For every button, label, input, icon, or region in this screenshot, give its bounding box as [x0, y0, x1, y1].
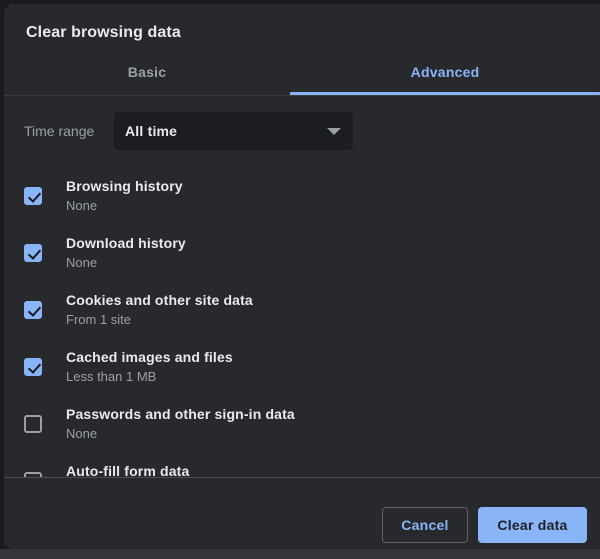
- time-range-label: Time range: [24, 123, 114, 139]
- data-type-list: Browsing history None Download history N…: [4, 167, 600, 477]
- row-label: Passwords and other sign-in data: [66, 406, 295, 422]
- cookies-checkbox[interactable]: [24, 301, 42, 319]
- row-detail: Less than 1 MB: [66, 369, 233, 384]
- row-autofill-form-data[interactable]: Auto-fill form data: [4, 452, 600, 477]
- row-detail: None: [66, 198, 183, 213]
- row-label: Download history: [66, 235, 186, 251]
- cancel-button[interactable]: Cancel: [382, 507, 468, 543]
- row-label: Cached images and files: [66, 349, 233, 365]
- tab-advanced-label: Advanced: [411, 64, 480, 80]
- dialog-footer: Cancel Clear data: [4, 477, 600, 549]
- row-download-history[interactable]: Download history None: [4, 224, 600, 281]
- row-detail: None: [66, 426, 295, 441]
- row-label: Cookies and other site data: [66, 292, 253, 308]
- tab-basic-label: Basic: [128, 64, 167, 80]
- time-range-selected-value: All time: [125, 123, 177, 139]
- row-detail: None: [66, 255, 186, 270]
- row-label: Browsing history: [66, 178, 183, 194]
- row-passwords[interactable]: Passwords and other sign-in data None: [4, 395, 600, 452]
- row-browsing-history[interactable]: Browsing history None: [4, 167, 600, 224]
- tab-advanced[interactable]: Advanced: [290, 48, 600, 95]
- tab-strip: Basic Advanced: [4, 48, 600, 96]
- row-label: Auto-fill form data: [66, 463, 189, 477]
- clear-data-button[interactable]: Clear data: [478, 507, 587, 543]
- dialog-content: Time range All time Browsing history Non…: [4, 96, 600, 477]
- clear-browsing-data-dialog: Clear browsing data Basic Advanced Time …: [4, 4, 600, 549]
- autofill-checkbox[interactable]: [24, 472, 42, 478]
- row-cached-images[interactable]: Cached images and files Less than 1 MB: [4, 338, 600, 395]
- download-history-checkbox[interactable]: [24, 244, 42, 262]
- tab-basic[interactable]: Basic: [4, 48, 290, 95]
- cached-images-checkbox[interactable]: [24, 358, 42, 376]
- time-range-row: Time range All time: [24, 112, 580, 150]
- row-cookies-site-data[interactable]: Cookies and other site data From 1 site: [4, 281, 600, 338]
- time-range-select[interactable]: All time: [114, 112, 353, 150]
- page-background-band: [0, 549, 600, 559]
- chevron-down-icon: [327, 128, 341, 135]
- row-detail: From 1 site: [66, 312, 253, 327]
- passwords-checkbox[interactable]: [24, 415, 42, 433]
- browsing-history-checkbox[interactable]: [24, 187, 42, 205]
- dialog-title: Clear browsing data: [4, 4, 600, 48]
- tab-selected-underline: [290, 92, 600, 95]
